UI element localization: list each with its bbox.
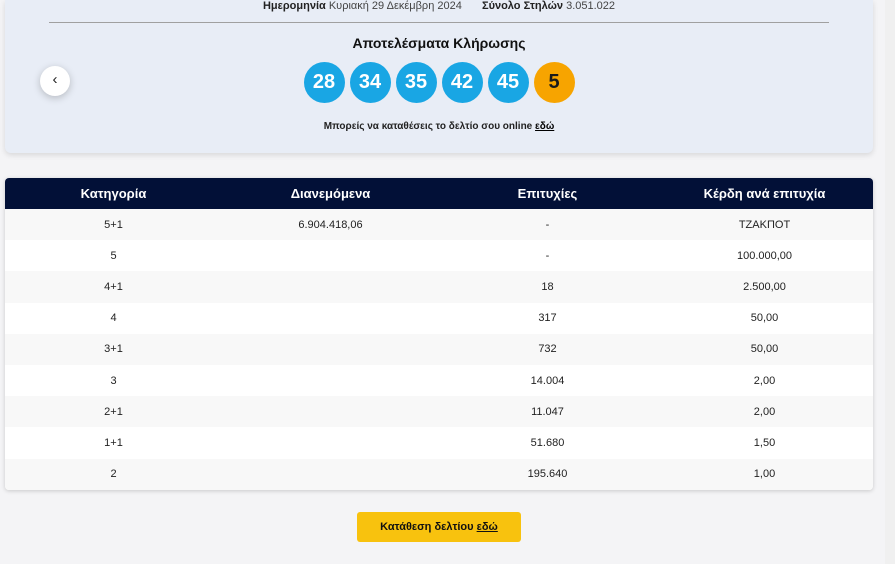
cell-prize: 50,00 (656, 333, 873, 365)
table-row: 2 195.640 1,00 (5, 458, 873, 490)
cell-distributed (222, 302, 439, 334)
prizes-table-card: Κατηγορία Διανεμόμενα Επιτυχίες Κέρδη αν… (5, 178, 873, 490)
cell-prize: 50,00 (656, 302, 873, 334)
column-header-prize: Κέρδη ανά επιτυχία (656, 178, 873, 209)
cell-distributed (222, 333, 439, 365)
results-title: Αποτελέσματα Κλήρωσης (352, 35, 526, 51)
table-row: 3+1 732 50,00 (5, 333, 873, 365)
date-label: Ημερομηνία (262, 0, 326, 12)
cell-distributed (222, 271, 439, 303)
cell-prize: 2,00 (656, 364, 873, 397)
divider (49, 22, 829, 23)
prizes-table: Κατηγορία Διανεμόμενα Επιτυχίες Κέρδη αν… (5, 178, 873, 490)
table-row: 5 -100.000,00 (5, 240, 873, 272)
cell-winners: 732 (439, 333, 656, 365)
cell-winners: 195.640 (439, 458, 656, 490)
winning-numbers: 28 34 35 42 45 5 (5, 62, 873, 103)
table-row: 4+1 18 2.500,00 (5, 271, 873, 303)
note-link[interactable]: εδώ (535, 121, 554, 132)
column-header-winners: Επιτυχίες (439, 178, 656, 209)
cell-category: 2 (5, 458, 222, 490)
table-row: 1+1 51.680 1,50 (5, 427, 873, 459)
cell-category: 4 (5, 302, 222, 334)
draw-results-card: Ημερομηνία Κυριακή 29 Δεκέμβρη 2024 Σύνο… (5, 0, 873, 153)
cell-prize: 2,00 (656, 396, 873, 428)
table-row: 5+1 6.904.418,06- ΤΖΑΚΠΟΤ (5, 209, 873, 241)
number-ball: 42 (441, 62, 483, 103)
table-header-row: Κατηγορία Διανεμόμενα Επιτυχίες Κέρδη αν… (5, 178, 873, 209)
cell-distributed (222, 364, 439, 397)
table-row: 4 317 50,00 (5, 302, 873, 334)
cell-winners: 18 (439, 271, 656, 303)
cell-distributed (222, 396, 439, 428)
cell-category: 1+1 (5, 427, 222, 459)
cell-distributed (222, 240, 439, 272)
total-columns-value: 3.051.022 (566, 0, 616, 12)
column-header-category: Κατηγορία (5, 178, 222, 209)
cell-winners: 317 (439, 302, 656, 334)
cta-link: εδώ (476, 521, 498, 533)
cta-text: Κατάθεση δελτίου (380, 521, 477, 533)
cell-winners: - (439, 209, 656, 241)
cell-winners: 11.047 (439, 396, 656, 428)
cell-winners: - (439, 240, 656, 272)
cell-prize: 1,50 (656, 427, 873, 459)
bonus-ball: 5 (533, 62, 575, 103)
total-columns-label: Σύνολο Στηλών (481, 0, 564, 12)
date-value: Κυριακή 29 Δεκέμβρη 2024 (328, 0, 462, 12)
column-header-distributed: Διανεμόμενα (222, 178, 439, 209)
scrollbar-track[interactable] (885, 0, 895, 564)
online-submit-note: Μπορείς να καταθέσεις το δελτίο σου onli… (5, 121, 873, 132)
number-ball: 45 (487, 62, 529, 103)
table-row: 3 14.004 2,00 (5, 364, 873, 397)
cell-category: 3+1 (5, 333, 222, 365)
cell-winners: 14.004 (439, 364, 656, 397)
cell-prize: 100.000,00 (656, 240, 873, 272)
cell-winners: 51.680 (439, 427, 656, 459)
draw-meta: Ημερομηνία Κυριακή 29 Δεκέμβρη 2024 Σύνο… (5, 0, 873, 13)
number-ball: 35 (395, 62, 437, 103)
submit-ticket-button[interactable]: Κατάθεση δελτίου εδώ (357, 512, 521, 542)
cell-prize: ΤΖΑΚΠΟΤ (656, 209, 873, 241)
note-text: Μπορείς να καταθέσεις το δελτίο σου onli… (323, 121, 536, 132)
cell-category: 3 (5, 364, 222, 397)
cell-distributed (222, 458, 439, 490)
cell-distributed: 6.904.418,06 (222, 209, 439, 241)
cell-category: 4+1 (5, 271, 222, 303)
number-ball: 28 (303, 62, 345, 103)
number-ball: 34 (349, 62, 391, 103)
cell-distributed (222, 427, 439, 459)
cell-category: 5 (5, 240, 222, 272)
cell-category: 5+1 (5, 209, 222, 241)
cell-category: 2+1 (5, 396, 222, 428)
cell-prize: 2.500,00 (656, 271, 873, 303)
cell-prize: 1,00 (656, 458, 873, 490)
table-row: 2+1 11.047 2,00 (5, 396, 873, 428)
